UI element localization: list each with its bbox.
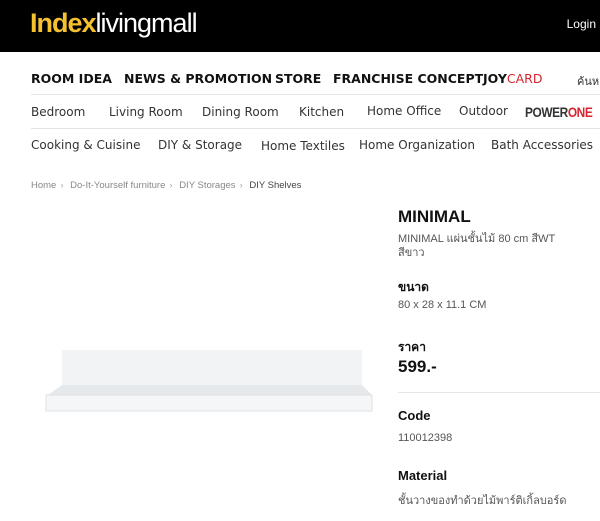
code-label: Code — [398, 408, 431, 423]
chevron-right-icon: › — [60, 180, 64, 191]
power-text: POWER — [525, 104, 568, 120]
chevron-right-icon: › — [239, 180, 243, 191]
divider — [398, 392, 600, 393]
divider — [31, 128, 600, 129]
size-value: 80 x 28 x 11.1 CM — [398, 299, 487, 311]
nav-home-textiles[interactable]: Home Textiles — [261, 139, 345, 153]
breadcrumb: Home › Do-It-Yourself furniture › DIY Stor… — [31, 180, 305, 191]
breadcrumb-diy-storages[interactable]: DIY Storages — [179, 180, 235, 191]
code-value: 110012398 — [398, 432, 453, 444]
breadcrumb-diy-furniture[interactable]: Do-It-Yourself furniture — [70, 180, 165, 191]
search-input[interactable]: ค้นห — [577, 72, 599, 90]
nav-diy-storage[interactable]: DIY & Storage — [158, 138, 242, 152]
size-label: ขนาด — [398, 280, 429, 294]
material-value: ชั้นวางของทำด้วยไม้พาร์ติเกิ้ลบอร์ด — [398, 495, 567, 507]
joy-text: JOY — [483, 71, 507, 86]
nav-living-room[interactable]: Living Room — [109, 105, 183, 119]
header: Indexlivingmall Login — [0, 0, 600, 52]
nav-outdoor[interactable]: Outdoor — [459, 104, 508, 118]
nav-bedroom[interactable]: Bedroom — [31, 105, 85, 119]
nav-kitchen[interactable]: Kitchen — [299, 105, 344, 119]
product-image[interactable] — [40, 345, 380, 420]
divider — [31, 94, 600, 95]
nav-home-organization[interactable]: Home Organization — [359, 138, 475, 152]
logo[interactable]: Indexlivingmall — [30, 8, 198, 39]
shelf-back — [62, 350, 362, 385]
product-brand: MINIMAL — [398, 207, 471, 226]
nav-store[interactable]: STORE — [275, 71, 321, 86]
nav-news-promotion[interactable]: NEWS & PROMOTION — [124, 71, 272, 86]
card-text: CARD — [506, 71, 543, 86]
login-link[interactable]: Login — [567, 17, 596, 31]
product-color: สีขาว — [398, 247, 425, 259]
breadcrumb-home[interactable]: Home — [31, 180, 56, 191]
logo-rest: livingmall — [95, 8, 198, 38]
nav-room-idea[interactable]: ROOM IDEA — [31, 71, 112, 86]
nav-bath-accessories[interactable]: Bath Accessories — [491, 138, 593, 152]
breadcrumb-diy-shelves: DIY Shelves — [249, 180, 302, 191]
price-value: 599.- — [398, 357, 437, 376]
one-text: ONE — [567, 104, 593, 120]
nav-home-office[interactable]: Home Office — [367, 104, 441, 118]
material-label: Material — [398, 468, 448, 483]
price-label: ราคา — [398, 340, 426, 354]
nav-cooking-cuisine[interactable]: Cooking & Cuisine — [31, 138, 140, 152]
powerone-logo[interactable]: POWERONE — [525, 104, 593, 120]
nav-dining-room[interactable]: Dining Room — [202, 105, 279, 119]
shelf-front — [45, 394, 373, 412]
logo-bold: Index — [30, 8, 97, 38]
chevron-right-icon: › — [169, 180, 173, 191]
nav-joycard[interactable]: JOYCARD — [483, 71, 542, 86]
shelf-top — [48, 385, 372, 395]
nav-franchise-concept[interactable]: FRANCHISE CONCEPT — [333, 71, 483, 86]
